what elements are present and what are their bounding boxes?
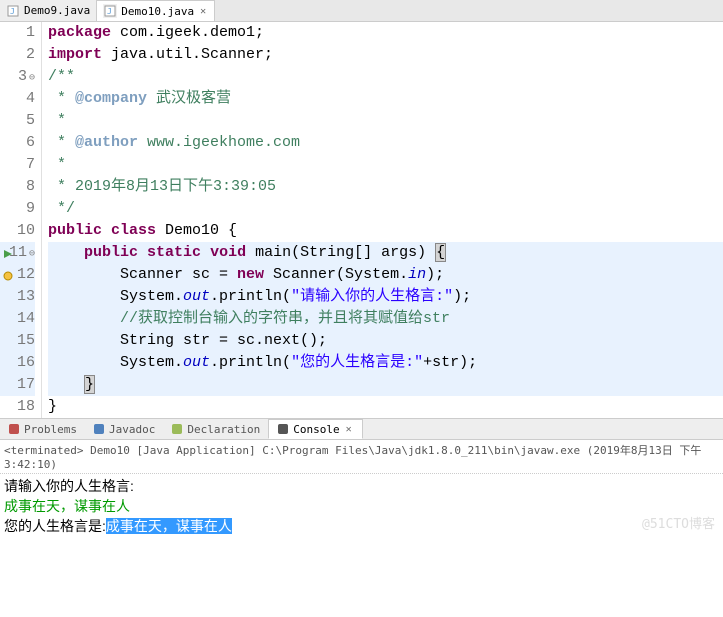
line-number: 13 — [0, 286, 35, 308]
watermark: @51CTO博客 — [642, 513, 715, 532]
panel-tab-console[interactable]: Console ✕ — [268, 419, 362, 439]
code-line[interactable]: public static void main(String[] args) { — [48, 242, 723, 264]
problems-icon — [8, 423, 20, 435]
panel-tab-label: Javadoc — [109, 423, 155, 436]
code-line[interactable]: } — [48, 396, 723, 418]
line-number: 3⊖ — [0, 66, 35, 88]
fold-icon[interactable]: ⊖ — [29, 73, 35, 84]
console-text: 您的人生格言是: — [4, 518, 106, 534]
console-selected-text: 成事在天，谋事在人 — [106, 518, 232, 534]
panel-tab-label: Console — [293, 423, 339, 436]
code-line[interactable]: package com.igeek.demo1; — [48, 22, 723, 44]
editor-tab-bar: J Demo9.java J Demo10.java ✕ — [0, 0, 723, 22]
line-number: 17 — [0, 374, 35, 396]
code-line[interactable]: */ — [48, 198, 723, 220]
line-number: 8 — [0, 176, 35, 198]
code-line[interactable]: String str = sc.next(); — [48, 330, 723, 352]
gutter: 123⊖4567891011⊖12131415161718 — [0, 22, 42, 418]
java-file-icon: J — [103, 4, 117, 18]
code-line[interactable]: * @author www.igeekhome.com — [48, 132, 723, 154]
panel-tab-bar: Problems Javadoc Declaration Console ✕ — [0, 418, 723, 440]
line-number: 18 — [0, 396, 35, 418]
panel-tab-javadoc[interactable]: Javadoc — [85, 419, 163, 439]
code-line[interactable]: * — [48, 154, 723, 176]
line-number: 4 — [0, 88, 35, 110]
code-line[interactable]: Scanner sc = new Scanner(System.in); — [48, 264, 723, 286]
code-line[interactable]: System.out.println("请输入你的人生格言:"); — [48, 286, 723, 308]
console-input-line: 成事在天，谋事在人 — [4, 496, 719, 516]
line-number: 16 — [0, 352, 35, 374]
tab-label: Demo10.java — [121, 5, 194, 18]
console-output[interactable]: 请输入你的人生格言: 成事在天，谋事在人 您的人生格言是:成事在天，谋事在人 — [0, 474, 723, 538]
line-number: 10 — [0, 220, 35, 242]
decl-icon — [171, 423, 183, 435]
console-line: 请输入你的人生格言: — [4, 476, 719, 496]
editor-tab[interactable]: J Demo9.java — [0, 0, 97, 21]
console-icon — [277, 423, 289, 435]
line-number: 7 — [0, 154, 35, 176]
javadoc-icon — [93, 423, 105, 435]
code-line[interactable]: * @company 武汉极客营 — [48, 88, 723, 110]
code-line[interactable]: //获取控制台输入的字符串，并且将其赋值给str — [48, 308, 723, 330]
fold-icon[interactable]: ⊖ — [29, 249, 35, 260]
run-marker-icon — [2, 246, 14, 258]
panel-tab-declaration[interactable]: Declaration — [163, 419, 268, 439]
code-line[interactable]: import java.util.Scanner; — [48, 44, 723, 66]
code-line[interactable]: * 2019年8月13日下午3:39:05 — [48, 176, 723, 198]
code-body[interactable]: package com.igeek.demo1;import java.util… — [42, 22, 723, 418]
code-line[interactable]: } — [48, 374, 723, 396]
line-number: 11⊖ — [0, 242, 35, 264]
line-number: 15 — [0, 330, 35, 352]
line-number: 2 — [0, 44, 35, 66]
code-line[interactable]: * — [48, 110, 723, 132]
code-line[interactable]: /** — [48, 66, 723, 88]
line-number: 6 — [0, 132, 35, 154]
svg-text:J: J — [107, 7, 112, 16]
line-number: 5 — [0, 110, 35, 132]
panel-tab-label: Problems — [24, 423, 77, 436]
console-line: 您的人生格言是:成事在天，谋事在人 — [4, 516, 719, 536]
process-status-line: <terminated> Demo10 [Java Application] C… — [0, 440, 723, 474]
close-icon[interactable]: ✕ — [198, 6, 208, 17]
code-line[interactable]: System.out.println("您的人生格言是:"+str); — [48, 352, 723, 374]
code-editor[interactable]: 123⊖4567891011⊖12131415161718 package co… — [0, 22, 723, 418]
line-number: 1 — [0, 22, 35, 44]
line-number: 9 — [0, 198, 35, 220]
panel-tab-label: Declaration — [187, 423, 260, 436]
warning-marker-icon — [2, 268, 14, 280]
tab-label: Demo9.java — [24, 4, 90, 17]
svg-text:J: J — [10, 7, 15, 16]
java-file-icon: J — [6, 4, 20, 18]
code-line[interactable]: public class Demo10 { — [48, 220, 723, 242]
close-icon[interactable]: ✕ — [344, 424, 354, 435]
line-number: 12 — [0, 264, 35, 286]
line-number: 14 — [0, 308, 35, 330]
editor-tab[interactable]: J Demo10.java ✕ — [97, 0, 215, 21]
panel-tab-problems[interactable]: Problems — [0, 419, 85, 439]
